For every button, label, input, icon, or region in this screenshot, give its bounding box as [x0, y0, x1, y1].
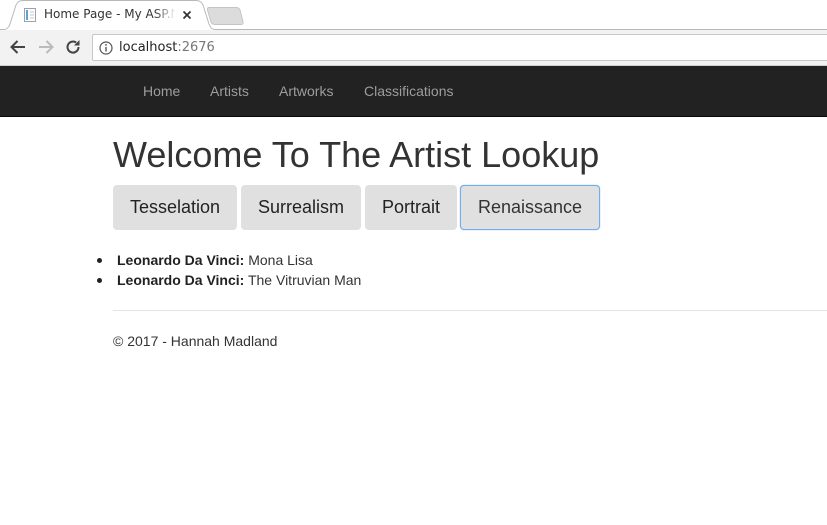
url-host: localhost [119, 40, 178, 55]
category-button-surrealism[interactable]: Surrealism [241, 185, 361, 230]
list-item: Leonardo Da Vinci: The Vitruvian Man [97, 270, 361, 290]
new-tab-button[interactable] [206, 7, 246, 25]
browser-tab-strip: Home Page - My ASP.NE [0, 0, 827, 30]
nav-link-home[interactable]: Home [143, 83, 180, 99]
category-button-tesselation[interactable]: Tesselation [113, 185, 237, 230]
category-button-renaissance[interactable]: Renaissance [460, 185, 600, 230]
back-arrow-icon[interactable] [8, 37, 28, 57]
page-title: Welcome To The Artist Lookup [113, 134, 600, 175]
close-icon[interactable] [180, 8, 194, 22]
artwork-list: Leonardo Da Vinci: Mona Lisa Leonardo Da… [97, 250, 361, 290]
site-navbar: Home Artists Artworks Classifications [0, 66, 827, 117]
artwork-title: Mona Lisa [248, 252, 313, 268]
bullet-icon [97, 278, 102, 283]
info-icon[interactable] [99, 41, 113, 55]
category-button-portrait[interactable]: Portrait [365, 185, 457, 230]
artist-name: Leonardo Da Vinci: [117, 252, 245, 268]
url-text: localhost:2676 [119, 40, 215, 55]
artist-name: Leonardo Da Vinci: [117, 272, 245, 288]
browser-toolbar: localhost:2676 [0, 30, 827, 66]
forward-arrow-icon[interactable] [36, 37, 56, 57]
bullet-icon [97, 258, 102, 263]
nav-link-classifications[interactable]: Classifications [364, 83, 453, 99]
address-bar[interactable]: localhost:2676 [92, 34, 827, 61]
artwork-title: The Vitruvian Man [247, 272, 362, 288]
divider [113, 310, 827, 311]
url-port: :2676 [177, 40, 215, 55]
list-item: Leonardo Da Vinci: Mona Lisa [97, 250, 361, 270]
nav-link-artworks[interactable]: Artworks [279, 83, 333, 99]
footer-copyright: © 2017 - Hannah Madland [113, 333, 278, 349]
reload-icon[interactable] [63, 37, 83, 57]
page-icon [24, 8, 36, 22]
nav-link-artists[interactable]: Artists [210, 83, 249, 99]
